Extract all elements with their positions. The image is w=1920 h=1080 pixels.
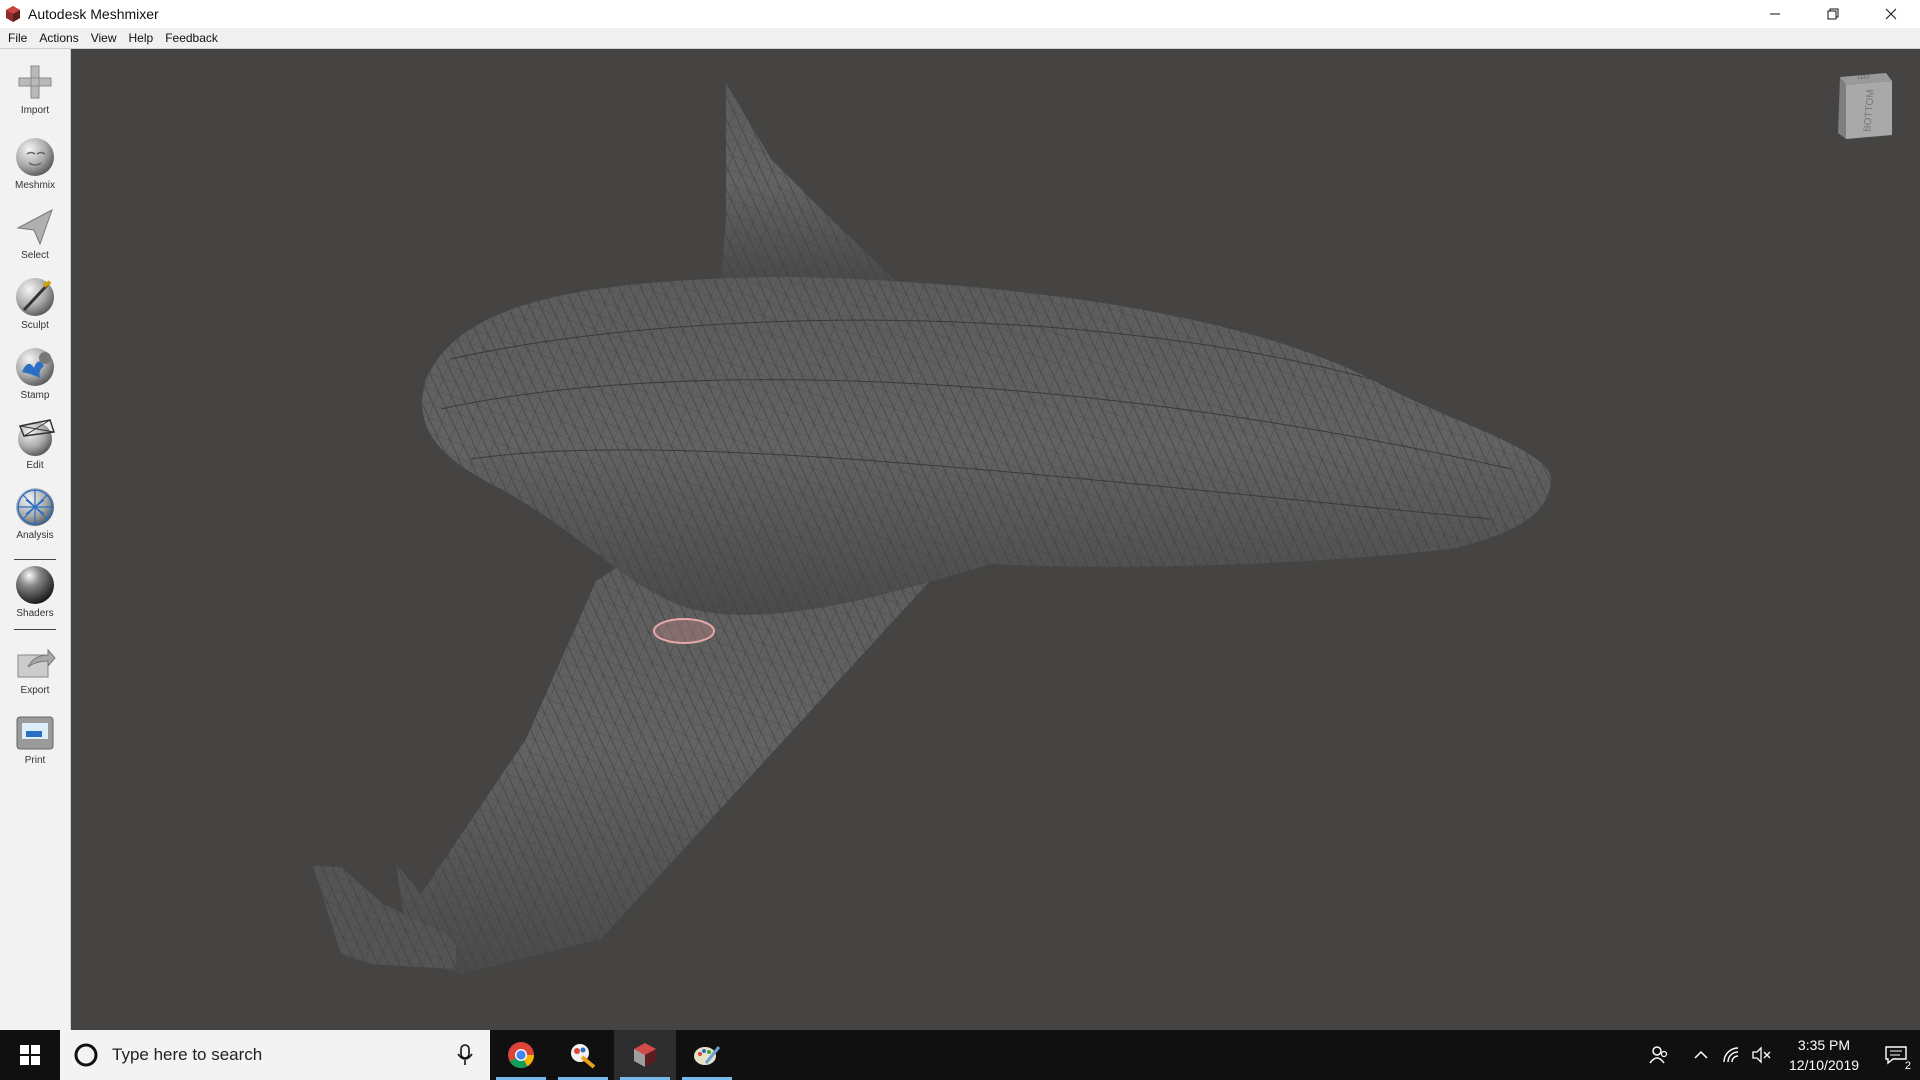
search-placeholder: Type here to search bbox=[112, 1045, 263, 1064]
notification-count: 2 bbox=[1903, 1060, 1912, 1072]
menu-bar: File Actions View Help Feedback bbox=[0, 28, 1920, 49]
meshmix-tool[interactable]: Meshmix bbox=[0, 136, 70, 191]
paint3d-icon bbox=[571, 1044, 596, 1069]
taskbar-clock[interactable]: 3:35 PM 12/10/2019 bbox=[1776, 1035, 1872, 1075]
viewcube-top-label: LEFT bbox=[1858, 75, 1870, 81]
analysis-icon bbox=[16, 488, 54, 526]
microphone-icon[interactable] bbox=[456, 1044, 474, 1066]
menu-actions[interactable]: Actions bbox=[33, 28, 84, 49]
analysis-label: Analysis bbox=[16, 530, 54, 541]
export-tool[interactable]: Export bbox=[0, 641, 70, 696]
import-label: Import bbox=[20, 105, 50, 116]
show-hidden-icons-button[interactable] bbox=[1686, 1030, 1716, 1080]
print-tool[interactable]: Print bbox=[0, 711, 70, 766]
export-label: Export bbox=[20, 685, 50, 696]
chrome-icon bbox=[508, 1042, 535, 1069]
paint-icon bbox=[694, 1046, 721, 1065]
cortana-icon bbox=[74, 1043, 98, 1067]
taskbar: Type here to search 3:35 PM 12/10/2019 2 bbox=[0, 1030, 1920, 1080]
restore-icon bbox=[1827, 8, 1839, 20]
taskbar-search[interactable]: Type here to search bbox=[60, 1030, 490, 1080]
taskbar-meshmixer[interactable] bbox=[614, 1030, 676, 1080]
select-label: Select bbox=[21, 250, 49, 261]
people-button[interactable] bbox=[1644, 1030, 1674, 1080]
windows-logo-icon bbox=[20, 1045, 40, 1065]
export-icon bbox=[17, 648, 56, 678]
menu-file[interactable]: File bbox=[2, 28, 33, 49]
minimize-icon bbox=[1770, 13, 1780, 15]
sculpt-icon bbox=[16, 278, 54, 316]
edit-icon bbox=[18, 419, 55, 456]
close-button[interactable] bbox=[1862, 0, 1920, 28]
edit-tool[interactable]: Edit bbox=[0, 416, 70, 471]
toolbar-divider bbox=[14, 559, 56, 560]
print-label: Print bbox=[24, 755, 46, 766]
meshmixer-app-icon bbox=[6, 6, 20, 22]
taskbar-paint3d[interactable] bbox=[552, 1030, 614, 1080]
clock-date: 12/10/2019 bbox=[1788, 1057, 1860, 1073]
shaders-tool[interactable]: Shaders bbox=[0, 564, 70, 619]
title-bar: Autodesk Meshmixer bbox=[0, 0, 1920, 28]
view-cube[interactable]: LEFT BOTTOM bbox=[1834, 69, 1896, 141]
network-button[interactable] bbox=[1716, 1030, 1746, 1080]
shaders-label: Shaders bbox=[16, 608, 54, 619]
taskbar-chrome[interactable] bbox=[490, 1030, 552, 1080]
clock-time: 3:35 PM bbox=[1797, 1037, 1851, 1053]
analysis-tool[interactable]: Analysis bbox=[0, 486, 70, 541]
close-icon bbox=[1885, 8, 1897, 20]
brush-cursor bbox=[653, 618, 715, 644]
meshmix-icon bbox=[16, 138, 54, 176]
wifi-icon bbox=[1723, 1047, 1739, 1063]
meshmixer-icon bbox=[634, 1043, 656, 1067]
system-tray: 3:35 PM 12/10/2019 2 bbox=[1644, 1030, 1920, 1080]
select-tool[interactable]: Select bbox=[0, 206, 70, 261]
print-icon bbox=[16, 716, 54, 750]
shaders-icon bbox=[16, 566, 54, 604]
people-icon bbox=[1649, 1046, 1668, 1064]
volume-muted-icon bbox=[1752, 1046, 1771, 1064]
toolbar-divider bbox=[14, 629, 56, 630]
restore-button[interactable] bbox=[1804, 0, 1862, 28]
edit-label: Edit bbox=[26, 460, 44, 471]
menu-view[interactable]: View bbox=[85, 28, 123, 49]
import-icon bbox=[18, 65, 52, 99]
import-tool[interactable]: Import bbox=[0, 61, 70, 116]
action-center-button[interactable]: 2 bbox=[1872, 1030, 1920, 1080]
taskbar-paint[interactable] bbox=[676, 1030, 738, 1080]
select-icon bbox=[16, 208, 53, 246]
minimize-button[interactable] bbox=[1746, 0, 1804, 28]
menu-feedback[interactable]: Feedback bbox=[159, 28, 224, 49]
stamp-tool[interactable]: Stamp bbox=[0, 346, 70, 401]
menu-help[interactable]: Help bbox=[123, 28, 160, 49]
stamp-label: Stamp bbox=[20, 390, 50, 401]
volume-button[interactable] bbox=[1746, 1030, 1776, 1080]
sculpt-label: Sculpt bbox=[21, 320, 49, 331]
3d-viewport[interactable]: LEFT BOTTOM bbox=[71, 49, 1920, 1030]
window-title: Autodesk Meshmixer bbox=[28, 6, 159, 22]
aircraft-mesh bbox=[313, 83, 1551, 974]
main-toolbar: Import Meshmix Select Sculpt Stamp Edit … bbox=[0, 49, 71, 1030]
stamp-icon bbox=[16, 348, 54, 386]
start-button[interactable] bbox=[0, 1030, 60, 1080]
meshmix-label: Meshmix bbox=[14, 180, 55, 191]
sculpt-tool[interactable]: Sculpt bbox=[0, 276, 70, 331]
chevron-up-icon bbox=[1694, 1050, 1708, 1059]
